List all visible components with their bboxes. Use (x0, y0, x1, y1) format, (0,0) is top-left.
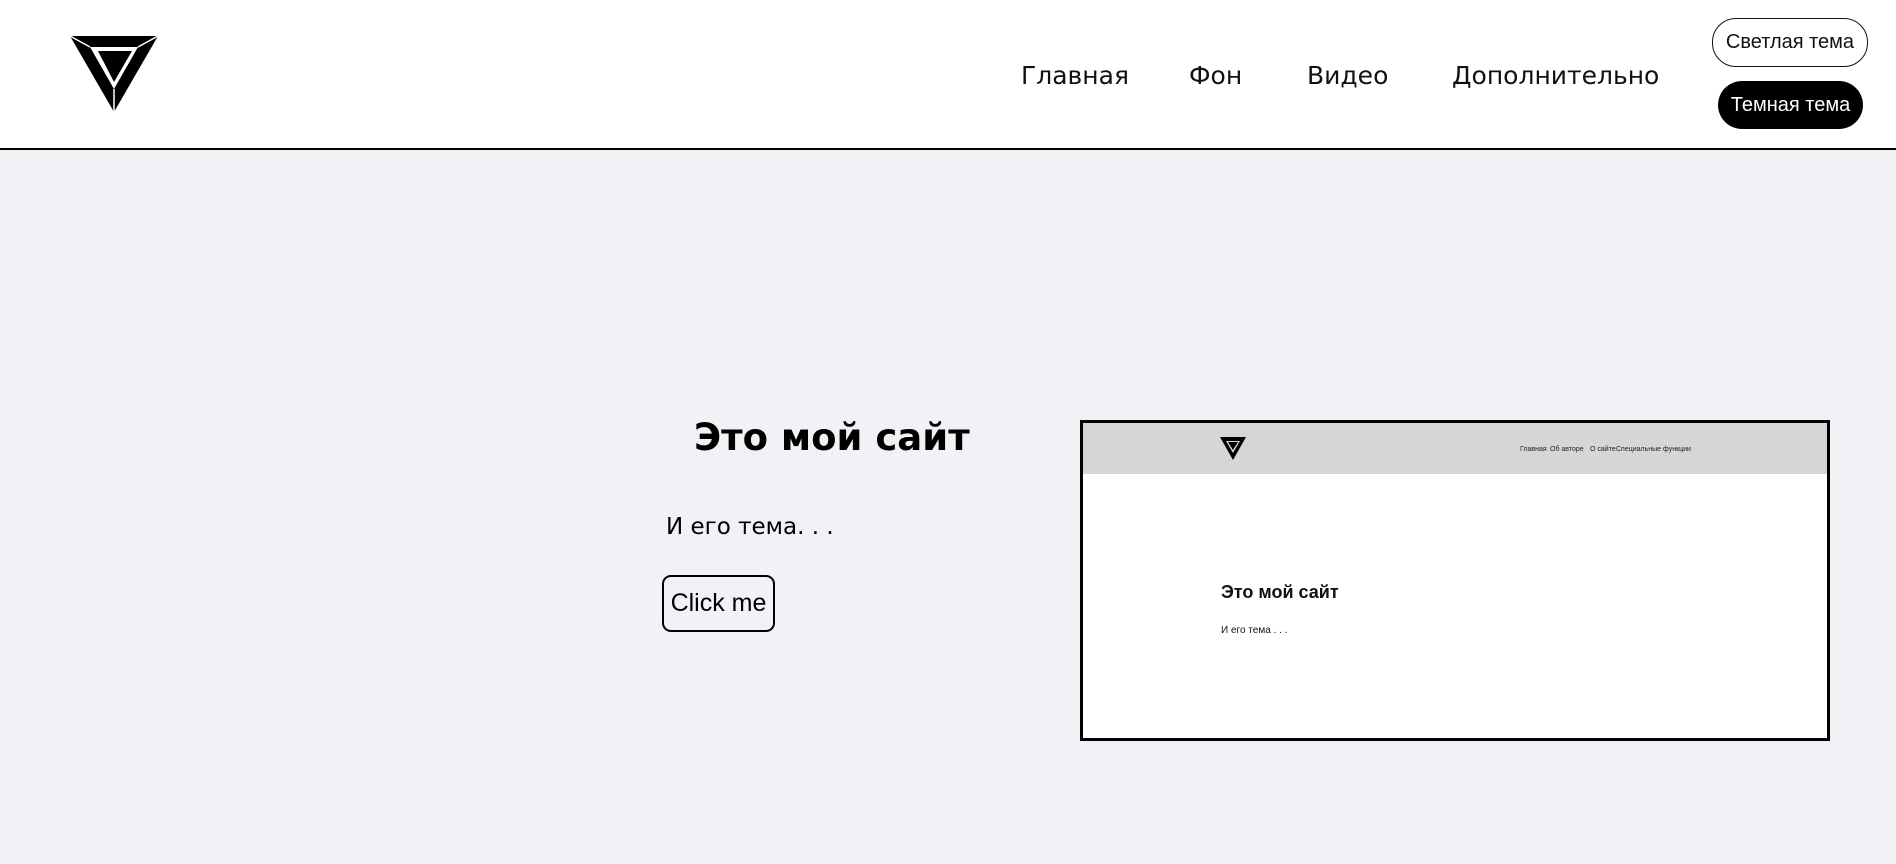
preview-logo-icon (1219, 436, 1247, 461)
main-nav: Главная Фон Видео Дополнительно (0, 58, 1896, 94)
hero-title: Это мой сайт (694, 416, 970, 459)
preview-header: Главная Об авторе О сайте Специальные фу… (1083, 423, 1827, 474)
preview-nav-item: О сайте (1590, 446, 1616, 453)
nav-item-additional[interactable]: Дополнительно (1452, 58, 1659, 94)
preview-subtitle: И его тема . . . (1221, 625, 1288, 636)
hero-subtitle: И его тема. . . (666, 514, 834, 540)
site-preview-image: Главная Об авторе О сайте Специальные фу… (1080, 420, 1830, 741)
preview-nav-item: Главная (1520, 446, 1547, 453)
dark-theme-button[interactable]: Темная тема (1718, 81, 1863, 129)
nav-item-video[interactable]: Видео (1307, 58, 1388, 94)
site-header: Главная Фон Видео Дополнительно Светлая … (0, 0, 1896, 150)
preview-title: Это мой сайт (1221, 582, 1339, 602)
nav-item-background[interactable]: Фон (1189, 58, 1242, 94)
preview-nav-item: Об авторе (1550, 446, 1584, 453)
light-theme-button[interactable]: Светлая тема (1712, 18, 1868, 67)
click-me-button[interactable]: Click me (662, 575, 775, 632)
preview-nav-item: Специальные функции (1616, 446, 1691, 453)
nav-item-home[interactable]: Главная (1021, 58, 1129, 94)
